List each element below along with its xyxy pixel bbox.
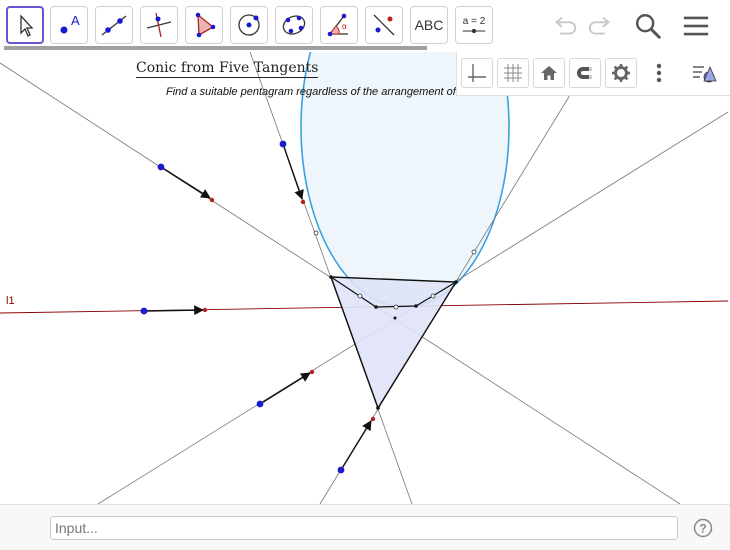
angle-tool-button[interactable]: α (320, 6, 358, 44)
angle-tool-label: α (342, 22, 347, 31)
construction-title: Conic from Five Tangents (136, 60, 319, 78)
grid-button[interactable] (497, 58, 529, 88)
tangency-point-1[interactable] (313, 230, 319, 236)
undo-icon (555, 16, 577, 35)
free-point-4[interactable] (256, 400, 264, 408)
conic-tool-button[interactable] (275, 6, 313, 44)
direction-vector-4[interactable] (259, 372, 311, 405)
axes-icon (468, 64, 486, 82)
settings-button[interactable] (605, 58, 637, 88)
search-icon (636, 14, 661, 39)
magnet-icon (577, 67, 592, 79)
free-point-5[interactable] (337, 466, 345, 474)
tangency-point-4[interactable] (430, 293, 436, 299)
slider-icon (462, 28, 486, 33)
direction-vector-1[interactable] (160, 166, 211, 199)
point-capturing-button[interactable] (569, 58, 601, 88)
menu-button[interactable] (680, 10, 712, 42)
redo-icon (588, 16, 610, 35)
axes-button[interactable] (461, 58, 493, 88)
tangency-point-3[interactable] (357, 293, 363, 299)
line-label-l1[interactable]: l1 (6, 295, 15, 307)
grid-icon (504, 64, 522, 82)
input-field[interactable] (50, 516, 678, 540)
direction-vector-2[interactable] (282, 143, 304, 200)
line-tool-button[interactable] (95, 6, 133, 44)
point-icon: A (60, 13, 80, 34)
graphics-view[interactable] (0, 52, 730, 504)
free-point-1[interactable] (157, 163, 165, 171)
free-point-2[interactable] (279, 140, 287, 148)
redo-button[interactable] (585, 10, 617, 42)
more-vert-icon (656, 63, 662, 83)
free-point-3[interactable] (140, 307, 148, 315)
circle-center-point-icon (238, 14, 260, 36)
reflect-line-icon (373, 14, 395, 36)
line-icon (101, 15, 127, 36)
move-arrow-icon (20, 14, 34, 37)
text-tool-button[interactable]: ABC (410, 6, 448, 44)
construction-subtitle: Find a suitable pentagram regardless of … (166, 86, 485, 98)
red-point-5[interactable] (370, 416, 376, 422)
svg-text:?: ? (699, 522, 706, 536)
red-point-2[interactable] (300, 199, 306, 205)
circle-tool-button[interactable] (230, 6, 268, 44)
vertex-point-1[interactable] (329, 275, 333, 279)
polygon-icon (195, 12, 216, 38)
vertex-point-4[interactable] (374, 305, 378, 309)
toggle-stylebar-button[interactable] (689, 58, 721, 88)
tangency-point-2[interactable] (471, 249, 477, 255)
reflect-tool-button[interactable] (365, 6, 403, 44)
red-point-3[interactable] (202, 307, 208, 313)
toolbar: A α ABC a = 2 (0, 0, 730, 52)
intersection-point[interactable] (393, 316, 397, 320)
pentagram-polygon[interactable] (329, 276, 458, 410)
home-icon (541, 66, 557, 80)
more-options-button[interactable] (643, 58, 675, 88)
help-icon[interactable]: ? (693, 518, 713, 538)
point-tool-button[interactable]: A (50, 6, 88, 44)
loading-progress-bar (4, 46, 427, 50)
text-icon: ABC (414, 17, 444, 33)
toggle-stylebar-icon (693, 65, 717, 83)
home-button[interactable] (533, 58, 565, 88)
polygon-tool-button[interactable] (185, 6, 223, 44)
algebra-input-bar: ? (0, 504, 730, 550)
angle-icon: α (327, 13, 348, 37)
graphics-style-bar (456, 52, 730, 96)
perpendicular-tool-button[interactable] (140, 6, 178, 44)
vertex-point-2[interactable] (454, 280, 458, 284)
point-tool-label: A (71, 13, 80, 28)
direction-vector-5[interactable] (340, 420, 372, 471)
undo-button[interactable] (548, 10, 580, 42)
gear-icon (612, 64, 630, 82)
tangency-point-5[interactable] (393, 304, 399, 310)
vertex-point-5[interactable] (414, 304, 418, 308)
menu-icon (683, 16, 709, 36)
slider-tool-label: a = 2 (462, 15, 486, 27)
direction-vector-3[interactable] (143, 305, 204, 316)
vertex-point-3[interactable] (376, 406, 380, 410)
conic-five-points-icon (282, 15, 306, 35)
search-button[interactable] (632, 10, 664, 42)
move-tool-button[interactable] (6, 6, 44, 44)
red-point-1[interactable] (209, 197, 215, 203)
perpendicular-line-icon (146, 12, 172, 38)
slider-tool-button[interactable]: a = 2 (455, 6, 493, 44)
red-point-4[interactable] (309, 369, 315, 375)
